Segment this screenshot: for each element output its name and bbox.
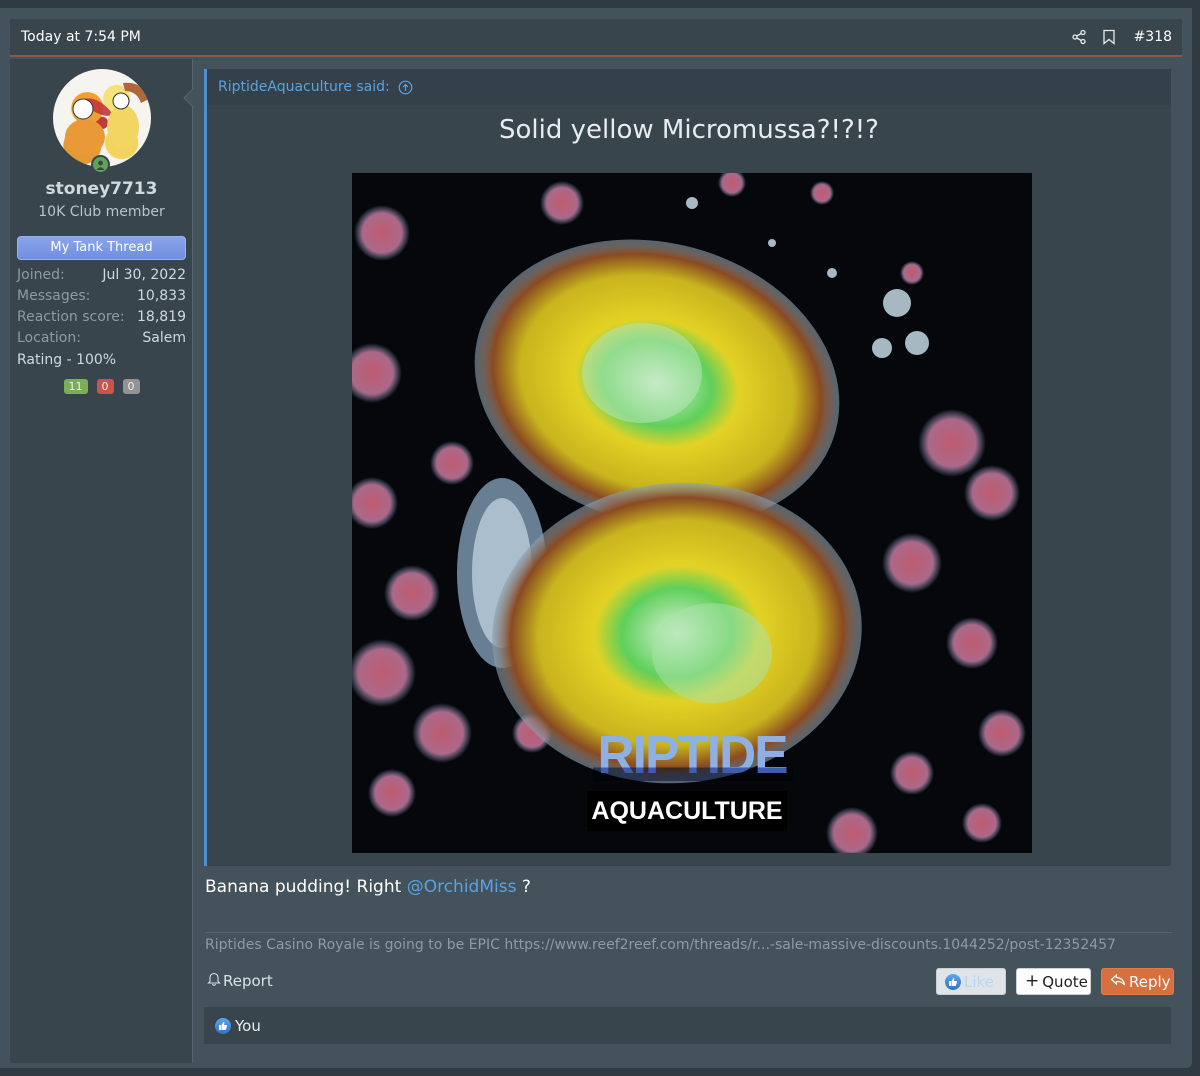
message-text: Banana pudding! Right (205, 877, 407, 897)
avatar[interactable] (53, 69, 151, 167)
stat-label: Location: (17, 330, 81, 346)
page-background-top (0, 0, 1200, 8)
stat-value[interactable]: Salem (142, 328, 186, 349)
user-info-sidebar: stoney7713 10K Club member My Tank Threa… (10, 59, 193, 1063)
user-stats: Joined: Jul 30, 2022 Messages: 10,833 Re… (17, 265, 186, 349)
plus-icon: + (1025, 971, 1040, 991)
bookmark-icon[interactable] (1100, 28, 1118, 46)
watermark-wave (593, 761, 793, 781)
post-action-buttons: Like + Quote Reply (936, 968, 1174, 995)
bell-icon (207, 971, 221, 990)
stat-value: Jul 30, 2022 (102, 267, 186, 283)
watermark-aquaculture: AQUACULTURE (587, 791, 787, 831)
like-label: Like (964, 972, 994, 991)
rating-positive-badge[interactable]: 11 (63, 379, 88, 394)
page-background-bottom (0, 1068, 1200, 1076)
message-text-end: ? (516, 877, 531, 897)
user-mention-link[interactable]: @OrchidMiss (407, 877, 517, 897)
user-banner-my-tank-thread[interactable]: My Tank Thread (17, 236, 186, 260)
jump-to-quote-icon[interactable] (398, 80, 413, 95)
stat-reaction-score: Reaction score: 18,819 (17, 307, 186, 328)
reply-button[interactable]: Reply (1101, 968, 1174, 995)
trader-rating-label: Rating - 100% (17, 352, 117, 368)
stat-label: Messages: (17, 288, 91, 304)
username-link[interactable]: stoney7713 (10, 179, 193, 199)
user-title: 10K Club member (38, 204, 165, 220)
quote-author-link[interactable]: RiptideAquaculture said: (218, 79, 390, 95)
sidebar-pointer-arrow (183, 88, 195, 108)
share-icon[interactable] (1070, 28, 1088, 46)
quote-label: Quote (1042, 972, 1088, 991)
rating-neutral-badge[interactable]: 0 (122, 379, 140, 394)
user-signature[interactable]: Riptides Casino Royale is going to be EP… (205, 937, 1116, 953)
rating-negative-badge[interactable]: 0 (96, 379, 114, 394)
reactions-summary[interactable]: You (235, 1017, 261, 1035)
quote-title: Solid yellow Micromussa?!?!? (499, 115, 879, 145)
like-button[interactable]: Like (936, 968, 1006, 995)
stat-label: Reaction score: (17, 309, 125, 325)
post-number-link[interactable]: #318 (1134, 29, 1172, 45)
signature-divider (205, 932, 1172, 933)
post-date[interactable]: Today at 7:54 PM (21, 29, 141, 45)
post-header: Today at 7:54 PM #318 (10, 19, 1182, 57)
stat-messages: Messages: 10,833 (17, 286, 186, 307)
stat-value[interactable]: 10,833 (137, 286, 186, 307)
avatar-container (53, 69, 151, 174)
quote-attribution: RiptideAquaculture said: (207, 69, 1171, 105)
coral-photo[interactable]: RIPTIDE AQUACULTURE (352, 173, 1032, 853)
stat-location: Location: Salem (17, 328, 186, 349)
stat-label: Joined: (17, 267, 65, 283)
rating-badges: 11 0 0 (10, 379, 193, 394)
report-label: Report (223, 971, 273, 990)
quoted-message: RiptideAquaculture said: Solid yellow Mi… (204, 69, 1171, 866)
stat-joined: Joined: Jul 30, 2022 (17, 265, 186, 286)
stat-value: 18,819 (137, 309, 186, 325)
reply-label: Reply (1129, 972, 1171, 991)
online-status-badge (91, 155, 110, 174)
post-message-body: Banana pudding! Right @OrchidMiss ? (205, 877, 531, 897)
report-link[interactable]: Report (207, 971, 273, 990)
reactions-bar[interactable]: You (204, 1007, 1171, 1044)
user-online-icon (93, 157, 108, 172)
post-header-tools: #318 (1070, 28, 1172, 46)
quote-button[interactable]: + Quote (1016, 968, 1091, 995)
like-reaction-icon (215, 1017, 231, 1034)
reply-arrow-icon (1110, 973, 1126, 991)
riptide-watermark-logo: RIPTIDE AQUACULTURE (587, 725, 797, 839)
thumbs-up-icon (945, 973, 961, 990)
